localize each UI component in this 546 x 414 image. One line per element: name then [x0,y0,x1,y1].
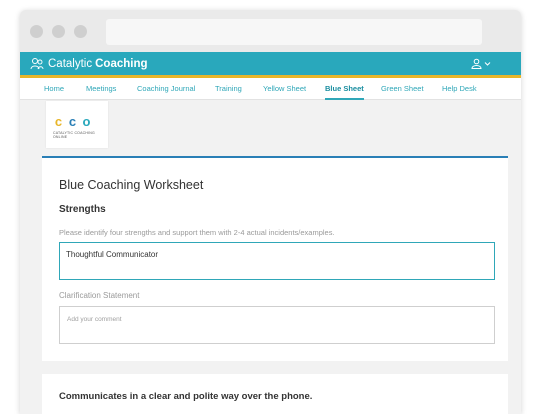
nav-item-home[interactable]: Home [44,84,64,93]
page-title: Blue Coaching Worksheet [59,178,204,192]
browser-toolbar [20,10,521,52]
people-icon [30,58,44,70]
nav-item-training[interactable]: Training [215,84,242,93]
window-minimize-dot[interactable] [52,25,65,38]
strength-input[interactable]: Thoughtful Communicator [59,242,495,280]
nav-item-yellow-sheet[interactable]: Yellow Sheet [263,84,306,93]
brand-name-light: Catalytic [48,58,93,70]
brand-name-strong: Coaching [95,58,148,70]
strength-card-title: Communicates in a clear and polite way o… [59,391,313,402]
logo-tagline: CATALYTIC COACHING ONLINE [53,131,95,139]
main-nav: Home Meetings Coaching Journal Training … [20,78,521,100]
chevron-down-icon [484,62,491,66]
user-icon [471,58,482,69]
clarification-label: Clarification Statement [59,291,140,300]
nav-item-coaching-journal[interactable]: Coaching Journal [137,84,195,93]
section-heading: Strengths [59,204,106,215]
worksheet-card: Blue Coaching Worksheet Strengths Please… [42,156,508,361]
company-logo: c c o CATALYTIC COACHING ONLINE [46,101,108,148]
nav-item-blue-sheet[interactable]: Blue Sheet [325,84,364,100]
logo-letter: o [82,114,91,129]
comment-textarea[interactable]: Add your comment [59,306,495,344]
nav-item-help-desk[interactable]: Help Desk [442,84,477,93]
user-menu[interactable] [471,58,491,69]
nav-item-green-sheet[interactable]: Green Sheet [381,84,424,93]
instructions-text: Please identify four strengths and suppo… [59,228,335,237]
logo-letter: c [54,114,63,129]
window-close-dot[interactable] [30,25,43,38]
logo-letter: c [68,114,77,129]
window-maximize-dot[interactable] [74,25,87,38]
nav-item-meetings[interactable]: Meetings [86,84,116,93]
app-header: Catalytic Coaching [20,52,521,78]
strength-card: Communicates in a clear and polite way o… [42,374,508,414]
address-bar[interactable] [106,19,482,45]
logo-mark: c c o [52,115,94,128]
brand-logo[interactable]: Catalytic Coaching [30,57,148,71]
